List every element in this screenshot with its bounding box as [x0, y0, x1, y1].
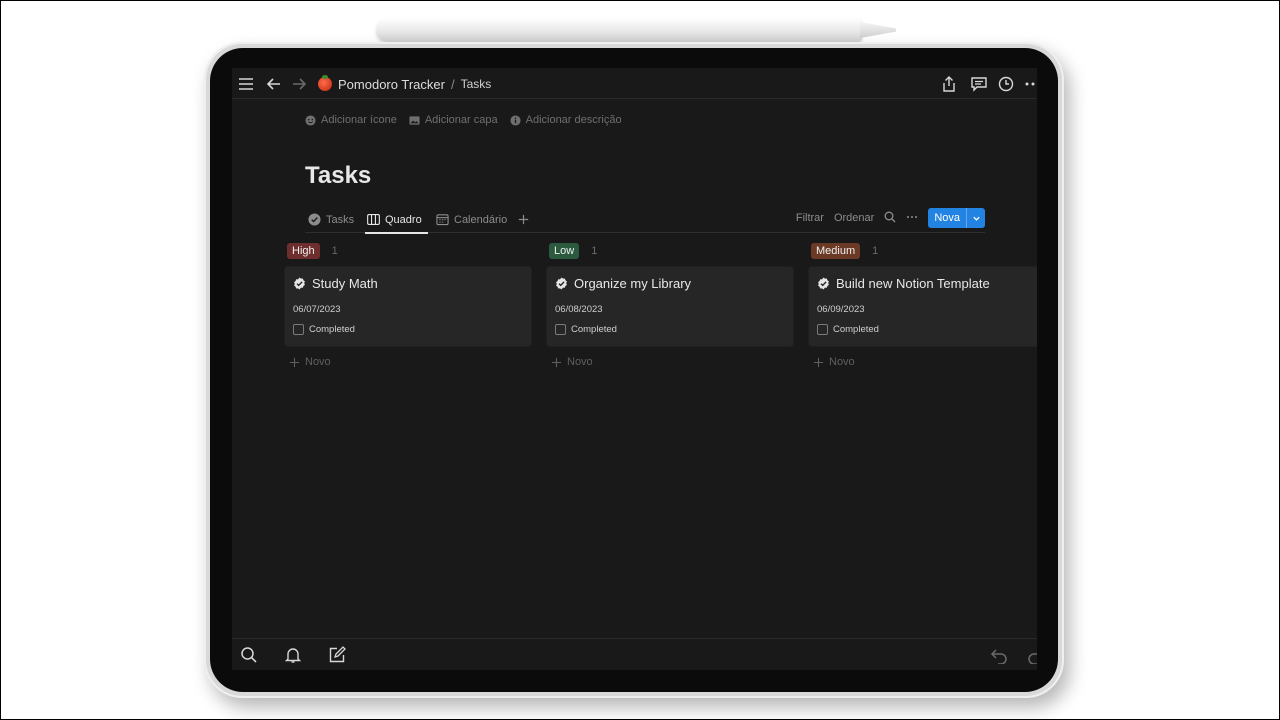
image-icon [409, 115, 420, 125]
task-card[interactable]: Organize my Library 06/08/2023 Completed [547, 267, 793, 346]
task-card[interactable]: Build new Notion Template 06/09/2023 Com… [809, 267, 1037, 346]
add-icon-label: Adicionar ícone [321, 114, 397, 126]
view-more-icon[interactable] [906, 211, 918, 226]
card-date: 06/09/2023 [817, 304, 865, 315]
completed-label: Completed [833, 324, 879, 335]
add-icon-button[interactable]: Adicionar ícone [305, 114, 397, 126]
more-options-icon[interactable] [1022, 73, 1037, 95]
plus-icon [289, 357, 300, 367]
priority-tag[interactable]: Medium [811, 243, 861, 259]
card-date: 06/08/2023 [555, 304, 603, 315]
add-description-button[interactable]: Adicionar descrição [510, 114, 622, 126]
board-column-low: Low 1 Organize my Library 06/08/2023 Com… [547, 241, 793, 368]
column-header: Low 1 [547, 241, 793, 261]
board-icon [367, 214, 380, 225]
card-title: Study Math [293, 276, 378, 291]
breadcrumb: Pomodoro Tracker / Tasks [318, 74, 491, 94]
task-card[interactable]: Study Math 06/07/2023 Completed [285, 267, 531, 346]
plus-icon [813, 357, 824, 367]
completed-checkbox[interactable] [293, 324, 304, 335]
tab-quadro-label: Quadro [385, 213, 422, 226]
compose-icon[interactable] [328, 646, 348, 666]
completed-label: Completed [571, 324, 617, 335]
verified-check-icon [294, 277, 305, 290]
add-new-label: Novo [567, 356, 593, 368]
apple-pencil [376, 18, 862, 42]
add-new-card-button[interactable]: Novo [285, 356, 531, 368]
tab-calendario[interactable]: Calendário [436, 206, 507, 233]
tab-calendario-label: Calendário [454, 213, 508, 226]
share-icon[interactable] [938, 73, 960, 95]
completed-label: Completed [309, 324, 355, 335]
plus-icon [518, 214, 529, 225]
tomato-icon [318, 75, 332, 91]
breadcrumb-parent[interactable]: Pomodoro Tracker [338, 77, 445, 92]
smiley-icon [305, 114, 316, 126]
apple-pencil-tip [860, 22, 896, 38]
page-meta-actions: Adicionar ícone Adicionar capa Adicionar… [305, 114, 622, 126]
board-column-high: High 1 Study Math 06/07/2023 Completed N… [285, 241, 531, 368]
chevron-down-icon[interactable] [967, 208, 985, 228]
verified-check-icon [556, 277, 567, 290]
column-count: 1 [872, 245, 879, 257]
search-icon[interactable] [240, 646, 260, 666]
menu-icon[interactable] [235, 73, 257, 95]
check-circle-icon [308, 213, 321, 226]
sort-button[interactable]: Ordenar [834, 212, 874, 224]
completed-checkbox-row: Completed [817, 324, 879, 335]
column-header: Medium 1 [809, 241, 1037, 261]
add-new-label: Novo [829, 356, 855, 368]
new-button[interactable]: Nova [928, 208, 985, 228]
breadcrumb-current[interactable]: Tasks [461, 77, 492, 91]
priority-tag[interactable]: Low [549, 243, 580, 259]
filter-button[interactable]: Filtrar [796, 212, 824, 224]
board-column-medium: Medium 1 Build new Notion Template 06/09… [809, 241, 1037, 368]
view-actions: Filtrar Ordenar Nova [796, 206, 985, 230]
add-description-label: Adicionar descrição [525, 114, 622, 126]
redo-icon[interactable] [1027, 646, 1037, 666]
card-title-text: Organize my Library [574, 276, 692, 291]
card-date: 06/07/2023 [293, 304, 341, 315]
tab-tasks-label: Tasks [326, 213, 355, 226]
back-arrow-icon[interactable] [263, 73, 285, 95]
add-view-button[interactable] [517, 206, 530, 233]
history-clock-icon[interactable] [995, 73, 1017, 95]
calendar-icon [436, 214, 449, 226]
undo-icon[interactable] [990, 646, 1010, 666]
verified-check-icon [818, 277, 829, 290]
page-title[interactable]: Tasks [305, 162, 371, 190]
info-icon [510, 114, 521, 126]
priority-tag[interactable]: High [287, 243, 320, 259]
card-title-text: Study Math [312, 276, 378, 291]
comment-icon[interactable] [968, 73, 990, 95]
bottom-toolbar [232, 638, 1037, 670]
plus-icon [551, 357, 562, 367]
column-header: High 1 [285, 241, 531, 261]
tab-quadro[interactable]: Quadro [365, 206, 428, 234]
add-new-label: Novo [305, 356, 331, 368]
add-cover-button[interactable]: Adicionar capa [409, 114, 498, 126]
view-tabs-bar: Tasks Quadro Calendário Filtrar Ordenar … [305, 206, 985, 234]
completed-checkbox-row: Completed [555, 324, 617, 335]
search-icon[interactable] [884, 211, 896, 226]
completed-checkbox[interactable] [555, 324, 566, 335]
top-bar: Pomodoro Tracker / Tasks [232, 68, 1037, 99]
add-cover-label: Adicionar capa [424, 114, 498, 126]
add-new-card-button[interactable]: Novo [809, 356, 1037, 368]
completed-checkbox-row: Completed [293, 324, 355, 335]
card-title-text: Build new Notion Template [836, 276, 990, 291]
app-screen: Pomodoro Tracker / Tasks Adicionar ícone… [232, 68, 1037, 670]
completed-checkbox[interactable] [817, 324, 828, 335]
breadcrumb-separator: / [450, 76, 455, 92]
card-title: Build new Notion Template [817, 276, 990, 291]
tab-tasks[interactable]: Tasks [308, 206, 354, 233]
column-count: 1 [591, 245, 598, 257]
new-button-label: Nova [928, 208, 967, 228]
add-new-card-button[interactable]: Novo [547, 356, 793, 368]
column-count: 1 [331, 245, 338, 257]
forward-arrow-icon[interactable] [288, 73, 310, 95]
card-title: Organize my Library [555, 276, 691, 291]
bell-icon[interactable] [284, 646, 304, 666]
